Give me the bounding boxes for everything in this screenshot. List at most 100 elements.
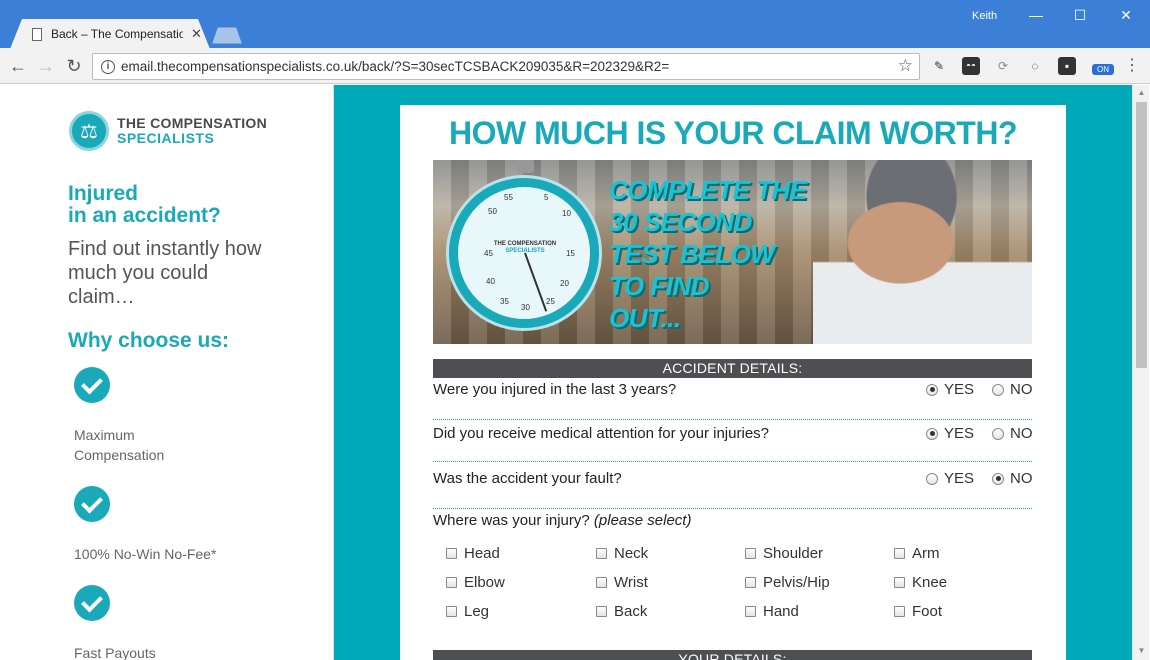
checkbox[interactable]: [446, 606, 457, 617]
question-row: Were you injured in the last 3 years? YE…: [433, 376, 1033, 420]
hero-line: 30 SECOND: [609, 207, 752, 237]
checkbox[interactable]: [745, 548, 756, 559]
extension-ghost-icon[interactable]: ▪: [1058, 57, 1076, 75]
question-text: Were you injured in the last 3 years?: [433, 381, 677, 398]
injury-checkbox-hand[interactable]: Hand: [745, 603, 799, 620]
q3-no-radio[interactable]: NO: [992, 470, 1033, 487]
checkbox-label: Neck: [614, 545, 649, 562]
radio-button-checked[interactable]: [926, 383, 938, 396]
injury-checkbox-foot[interactable]: Foot: [894, 603, 942, 620]
injured-heading: Injured in an accident?: [68, 183, 221, 227]
injury-checkbox-pelvis-hip[interactable]: Pelvis/Hip: [745, 574, 830, 591]
extension-sync-icon[interactable]: ⟳: [994, 57, 1012, 75]
site-logo[interactable]: THE COMPENSATION SPECIALISTS: [69, 111, 267, 151]
back-arrow-icon[interactable]: ←: [6, 54, 30, 78]
new-tab-button[interactable]: [212, 27, 242, 44]
scroll-up-icon[interactable]: ▲: [1133, 85, 1150, 101]
q1-no-radio[interactable]: NO: [992, 381, 1033, 398]
radio-button-checked[interactable]: [926, 427, 938, 440]
checkbox[interactable]: [596, 606, 607, 617]
injury-checkbox-back[interactable]: Back: [596, 603, 647, 620]
injury-checkbox-leg[interactable]: Leg: [446, 603, 489, 620]
find-out-text: Find out instantly how much you could cl…: [68, 238, 262, 308]
checkbox[interactable]: [745, 577, 756, 588]
checkbox-label: Head: [464, 545, 500, 562]
radio-button[interactable]: [992, 383, 1004, 396]
hero-line: COMPLETE THE: [609, 175, 807, 205]
your-details-header: YOUR DETAILS:: [433, 650, 1032, 660]
injured-line-2: in an accident?: [68, 204, 221, 227]
checkbox-label: Foot: [912, 603, 943, 620]
hero-line: TEST BELOW: [609, 239, 775, 269]
checkbox[interactable]: [894, 577, 905, 588]
watch-number: 30: [521, 303, 530, 312]
extension-pen-icon[interactable]: ✎: [930, 57, 948, 75]
page-icon: [32, 27, 42, 41]
scroll-down-icon[interactable]: ▼: [1133, 643, 1150, 659]
question-text: Was the accident your fault?: [433, 470, 622, 487]
checkbox[interactable]: [446, 548, 457, 559]
injury-checkbox-elbow[interactable]: Elbow: [446, 574, 505, 591]
hero-banner-image: 55 5 50 10 45 15 40 20 35 25 30 THE COMP…: [433, 160, 1032, 344]
injury-checkbox-arm[interactable]: Arm: [894, 545, 940, 562]
address-bar[interactable]: i email.thecompensationspecialists.co.uk…: [92, 53, 920, 80]
maximize-icon[interactable]: ☐: [1070, 6, 1090, 24]
injury-checkbox-shoulder[interactable]: Shoulder: [745, 545, 823, 562]
profile-name[interactable]: Keith: [972, 10, 997, 22]
radio-label: YES: [944, 425, 975, 442]
site-info-icon[interactable]: i: [101, 59, 115, 74]
browser-tab[interactable]: Back – The Compensatio ✕: [10, 19, 210, 49]
q1-yes-radio[interactable]: YES: [926, 381, 974, 398]
radio-button[interactable]: [926, 472, 938, 485]
watch-number: 20: [560, 279, 569, 288]
hero-callout-text: COMPLETE THE 30 SECOND TEST BELOW TO FIN…: [609, 174, 807, 334]
browser-toolbar: ← → ↻ i email.thecompensationspecialists…: [0, 48, 1150, 84]
forward-arrow-icon[interactable]: →: [34, 54, 58, 78]
extension-on-badge[interactable]: ON: [1092, 64, 1114, 75]
q2-yes-radio[interactable]: YES: [926, 425, 974, 442]
watch-number: 55: [504, 193, 513, 202]
radio-label: YES: [944, 470, 975, 487]
checkmark-icon: [74, 486, 110, 522]
benefit-item: Fast Payouts: [74, 645, 156, 660]
watch-number: 25: [546, 297, 555, 306]
q2-no-radio[interactable]: NO: [992, 425, 1033, 442]
radio-label: NO: [1010, 470, 1033, 487]
page-viewport: THE COMPENSATION SPECIALISTS Injured in …: [1, 85, 1132, 660]
injury-checkbox-wrist[interactable]: Wrist: [596, 574, 648, 591]
extension-circle-icon[interactable]: ◌: [1026, 57, 1044, 75]
injury-checkbox-knee[interactable]: Knee: [894, 574, 947, 591]
radio-button[interactable]: [992, 427, 1004, 440]
checkmark-icon: [74, 585, 110, 621]
close-window-icon[interactable]: ✕: [1116, 6, 1136, 24]
scales-icon: [69, 111, 109, 151]
page-scrollbar[interactable]: ▲ ▼: [1132, 85, 1149, 660]
checkbox-label: Back: [614, 603, 648, 620]
radio-label: NO: [1010, 425, 1033, 442]
benefit-line: Compensation: [74, 447, 165, 463]
tab-close-icon[interactable]: ✕: [191, 26, 202, 42]
injury-checkbox-head[interactable]: Head: [446, 545, 500, 562]
injured-line-1: Injured: [68, 182, 139, 205]
checkbox[interactable]: [894, 606, 905, 617]
radio-button-checked[interactable]: [992, 472, 1004, 485]
q3-yes-radio[interactable]: YES: [926, 470, 974, 487]
main-content: HOW MUCH IS YOUR CLAIM WORTH? 55 5 50 10…: [334, 85, 1132, 660]
bookmark-star-icon[interactable]: ☆: [898, 56, 913, 76]
checkbox[interactable]: [745, 606, 756, 617]
watch-number: 50: [488, 207, 497, 216]
checkbox[interactable]: [596, 577, 607, 588]
checkbox[interactable]: [446, 577, 457, 588]
injury-prompt-hint: (please select): [593, 512, 692, 529]
injury-checkbox-neck[interactable]: Neck: [596, 545, 648, 562]
checkbox[interactable]: [596, 548, 607, 559]
minimize-icon[interactable]: —: [1026, 6, 1046, 24]
extension-mask-icon[interactable]: ◓◓: [962, 57, 980, 75]
scrollbar-thumb[interactable]: [1136, 102, 1147, 368]
reload-icon[interactable]: ↻: [62, 54, 86, 78]
why-choose-us-heading: Why choose us:: [68, 329, 230, 352]
question-text: Did you receive medical attention for yo…: [433, 425, 769, 442]
menu-kebab-icon[interactable]: ⋮: [1120, 54, 1144, 78]
checkbox[interactable]: [894, 548, 905, 559]
checkbox-label: Arm: [912, 545, 940, 562]
